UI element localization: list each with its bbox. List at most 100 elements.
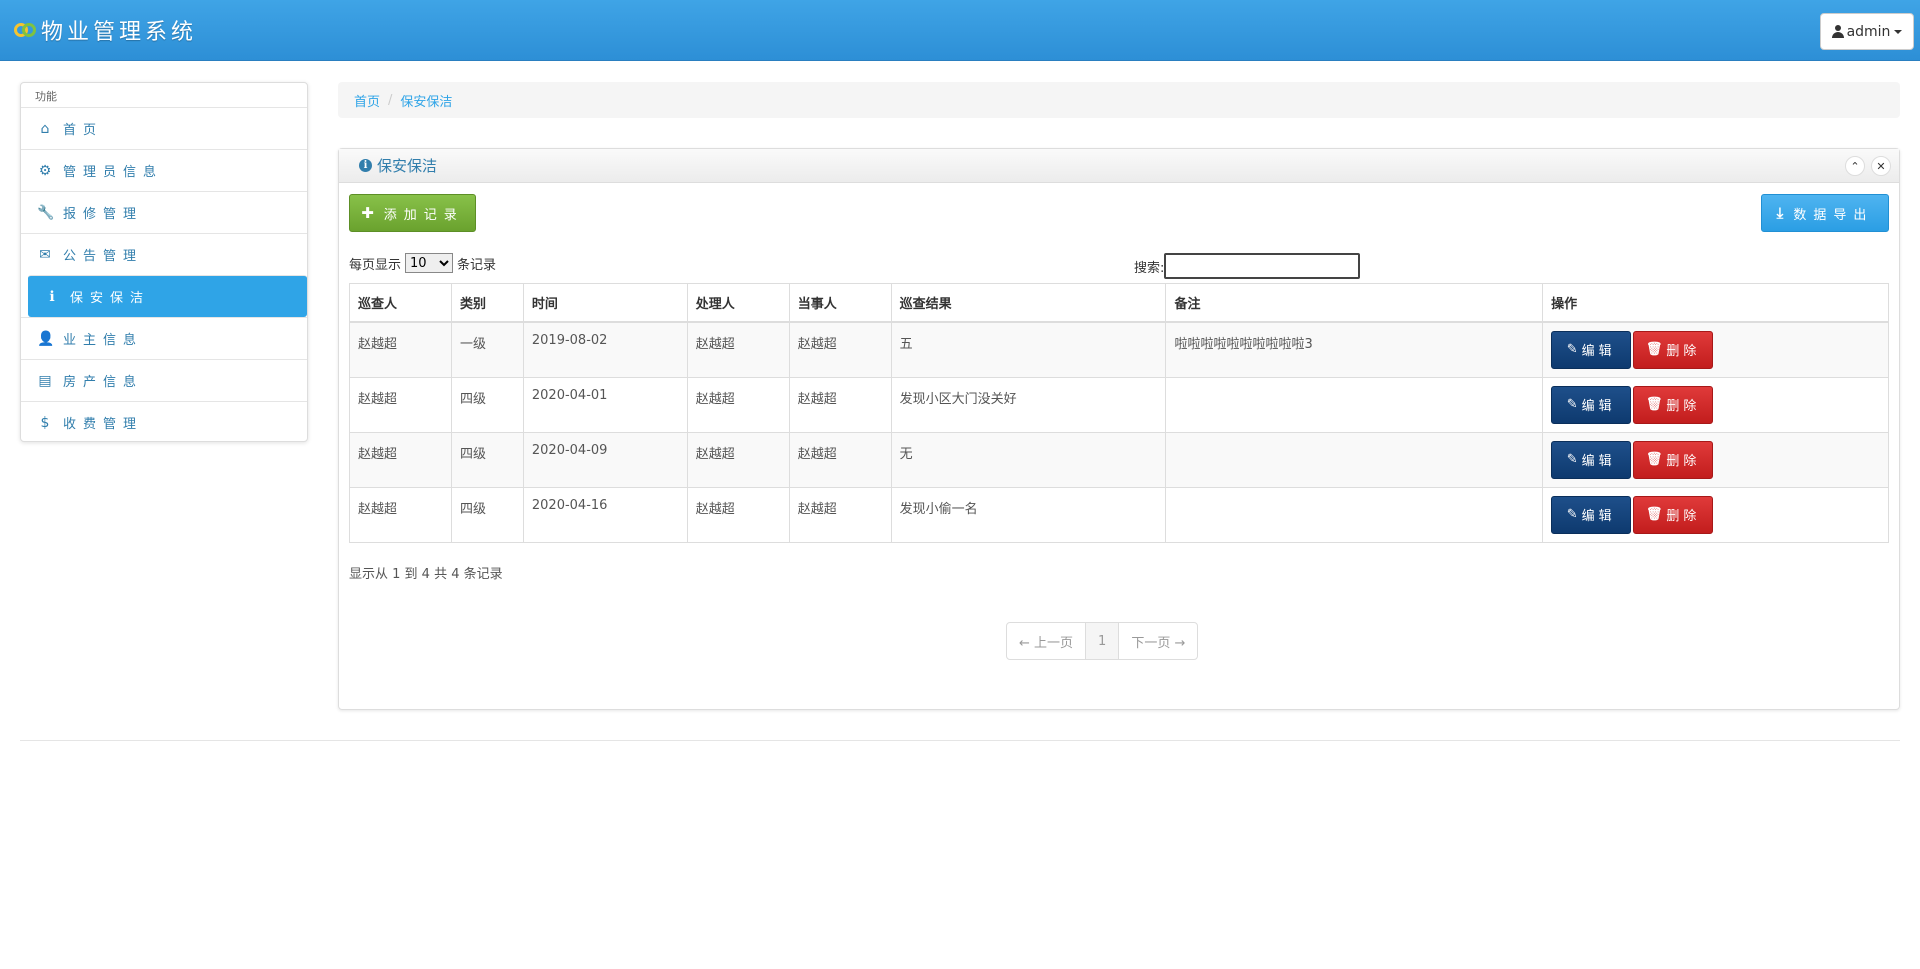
column-header[interactable]: 备注 (1165, 283, 1544, 323)
info-icon: i (359, 159, 372, 172)
close-icon[interactable]: ✕ (1871, 156, 1891, 176)
records-table: 巡查人 类别 时间 处理人 当事人 巡查结果 备注 操作 赵越超 一级 2019-08-02 赵越超… (349, 283, 1889, 543)
edit-button[interactable]: ✎ 编辑 (1551, 330, 1632, 369)
sidebar-item-3[interactable]: ✉ 公告管理 (21, 233, 307, 275)
sidebar-item-label: 首页 (63, 123, 104, 138)
edit-icon: ✎ (1566, 452, 1578, 467)
add-record-button[interactable]: ✚ 添加记录 (349, 194, 476, 232)
table-cell (1165, 486, 1544, 543)
sidebar-item-4[interactable]: ℹ 保安保洁 (28, 275, 307, 317)
table-cell: 2019-08-02 (522, 321, 688, 378)
search-input[interactable] (1164, 253, 1361, 279)
info-icon: ℹ (49, 288, 55, 305)
table-cell: 赵越超 (686, 321, 790, 378)
breadcrumb: 首页 / 保安保洁 (338, 82, 1900, 118)
edit-label: 编辑 (1581, 344, 1616, 359)
edit-button[interactable]: ✎ 编辑 (1551, 495, 1632, 534)
logo-rings-icon (14, 19, 36, 41)
table-cell (1165, 376, 1544, 433)
edit-label: 编辑 (1581, 399, 1616, 414)
sidebar-item-0[interactable]: ⌂ 首页 (21, 107, 307, 149)
column-header[interactable]: 类别 (450, 283, 524, 323)
gear-icon: ⚙ (38, 162, 52, 179)
delete-button[interactable]: 🗑 删除 (1633, 330, 1714, 369)
panel-header: i 保安保洁 ⌃ ✕ (339, 149, 1899, 183)
trash-icon: 🗑 (1645, 397, 1663, 412)
user-icon (1831, 25, 1844, 38)
edit-button[interactable]: ✎ 编辑 (1551, 385, 1632, 424)
search-control: 搜索: (1134, 253, 1361, 279)
breadcrumb-separator: / (388, 92, 393, 108)
user-name: admin (1846, 23, 1891, 40)
page-1-button[interactable]: 1 (1086, 623, 1120, 659)
table-cell: 2020-04-16 (522, 486, 688, 543)
sidebar-item-7[interactable]: $ 收费管理 (21, 401, 307, 443)
breadcrumb-current[interactable]: 保安保洁 (400, 91, 452, 110)
column-header[interactable]: 巡查人 (349, 283, 452, 323)
table-cell: 2020-04-01 (522, 376, 688, 433)
delete-button[interactable]: 🗑 删除 (1633, 495, 1714, 534)
user-menu-button[interactable]: admin (1820, 13, 1914, 50)
table-cell: 赵越超 (788, 321, 892, 378)
column-header[interactable]: 操作 (1542, 283, 1889, 323)
dollar-icon: $ (40, 414, 50, 431)
sidebar: 功能 ⌂ 首页 ⚙ 管理员信息 🔧 报修管理 ✉ 公告管理 ℹ 保安保洁 👤 业主信息 ▤ 房产信息 $ 收费… (20, 82, 308, 442)
sidebar-item-label: 业主信息 (63, 333, 144, 348)
sidebar-item-label: 房产信息 (63, 375, 144, 390)
collapse-icon[interactable]: ⌃ (1845, 156, 1865, 176)
table-cell (1165, 431, 1544, 488)
table-cell: 赵越超 (788, 376, 892, 433)
table-cell: 五 (890, 321, 1167, 378)
table-cell: 赵越超 (686, 431, 790, 488)
edit-icon: ✎ (1566, 397, 1578, 412)
sidebar-item-2[interactable]: 🔧 报修管理 (21, 191, 307, 233)
sidebar-heading: 功能 (35, 90, 57, 103)
delete-label: 删除 (1666, 509, 1701, 524)
table-body: 赵越超 一级 2019-08-02 赵越超 赵越超五啦啦啦啦啦啦啦啦啦啦3 ✎ 编辑 🗑 删除赵… (349, 321, 1889, 543)
caret-down-icon (1894, 29, 1903, 34)
column-header[interactable]: 当事人 (788, 283, 892, 323)
sidebar-item-label: 管理员信息 (63, 165, 164, 180)
delete-label: 删除 (1666, 454, 1701, 469)
table-cell: 赵越超 (349, 376, 452, 433)
table-cell: 发现小区大门没关好 (890, 376, 1167, 433)
sidebar-item-1[interactable]: ⚙ 管理员信息 (21, 149, 307, 191)
trash-icon: 🗑 (1645, 342, 1663, 357)
table-row: 赵越超 四级 2020-04-16 赵越超 赵越超 发现小偷一名 ✎ 编辑 🗑 删除 (349, 486, 1889, 543)
table-cell: 四级 (450, 376, 524, 433)
column-header[interactable]: 时间 (522, 283, 688, 323)
table-cell: 啦啦啦啦啦啦啦啦啦啦3 (1165, 321, 1544, 378)
breadcrumb-home-link[interactable]: 首页 (354, 91, 380, 110)
delete-button[interactable]: 🗑 删除 (1633, 385, 1714, 424)
panel-title: 保安保洁 (377, 157, 438, 175)
app-logo[interactable]: 物业管理系统 (14, 14, 197, 46)
sidebar-item-5[interactable]: 👤 业主信息 (21, 317, 307, 359)
pagination: ← 上一页 1 下一页 → (1006, 622, 1199, 660)
next-page-button[interactable]: 下一页 → (1119, 623, 1197, 659)
export-data-button[interactable]: ⤓ 数据导出 (1761, 194, 1889, 232)
table-cell: 2020-04-09 (522, 431, 688, 488)
add-record-label: 添加记录 (383, 207, 464, 223)
table-row: 赵越超 四级 2020-04-01 赵越超 赵越超 发现小区大门没关好 ✎ 编辑 🗑 删除 (349, 376, 1889, 433)
column-header[interactable]: 处理人 (686, 283, 790, 323)
table-cell: 赵越超 (349, 486, 452, 543)
top-navbar: 物业管理系统 admin (0, 0, 1920, 61)
table-cell: 赵越超 (788, 486, 892, 543)
table-row: 赵越超 四级 2020-04-09 赵越超 赵越超无 ✎ 编辑 🗑 删除 (349, 431, 1889, 488)
column-header[interactable]: 巡查结果 (890, 283, 1167, 323)
edit-button[interactable]: ✎ 编辑 (1551, 440, 1632, 479)
wrench-icon: 🔧 (37, 204, 55, 221)
prev-page-button[interactable]: ← 上一页 (1007, 623, 1087, 659)
delete-label: 删除 (1666, 399, 1701, 414)
table-cell: 四级 (450, 431, 524, 488)
table-info: 显示从 1 到 4 共 4 条记录 (349, 567, 503, 582)
table-cell: 一级 (450, 321, 524, 378)
row-actions: ✎ 编辑 🗑 删除 (1542, 431, 1889, 488)
export-data-label: 数据导出 (1793, 207, 1874, 223)
envelope-icon: ✉ (39, 246, 51, 263)
page-length-select[interactable]: 10 (405, 253, 454, 273)
table-header-row: 巡查人 类别 时间 处理人 当事人 巡查结果 备注 操作 (349, 283, 1889, 323)
sidebar-item-label: 保安保洁 (70, 291, 151, 306)
delete-button[interactable]: 🗑 删除 (1633, 440, 1714, 479)
sidebar-item-6[interactable]: ▤ 房产信息 (21, 359, 307, 401)
